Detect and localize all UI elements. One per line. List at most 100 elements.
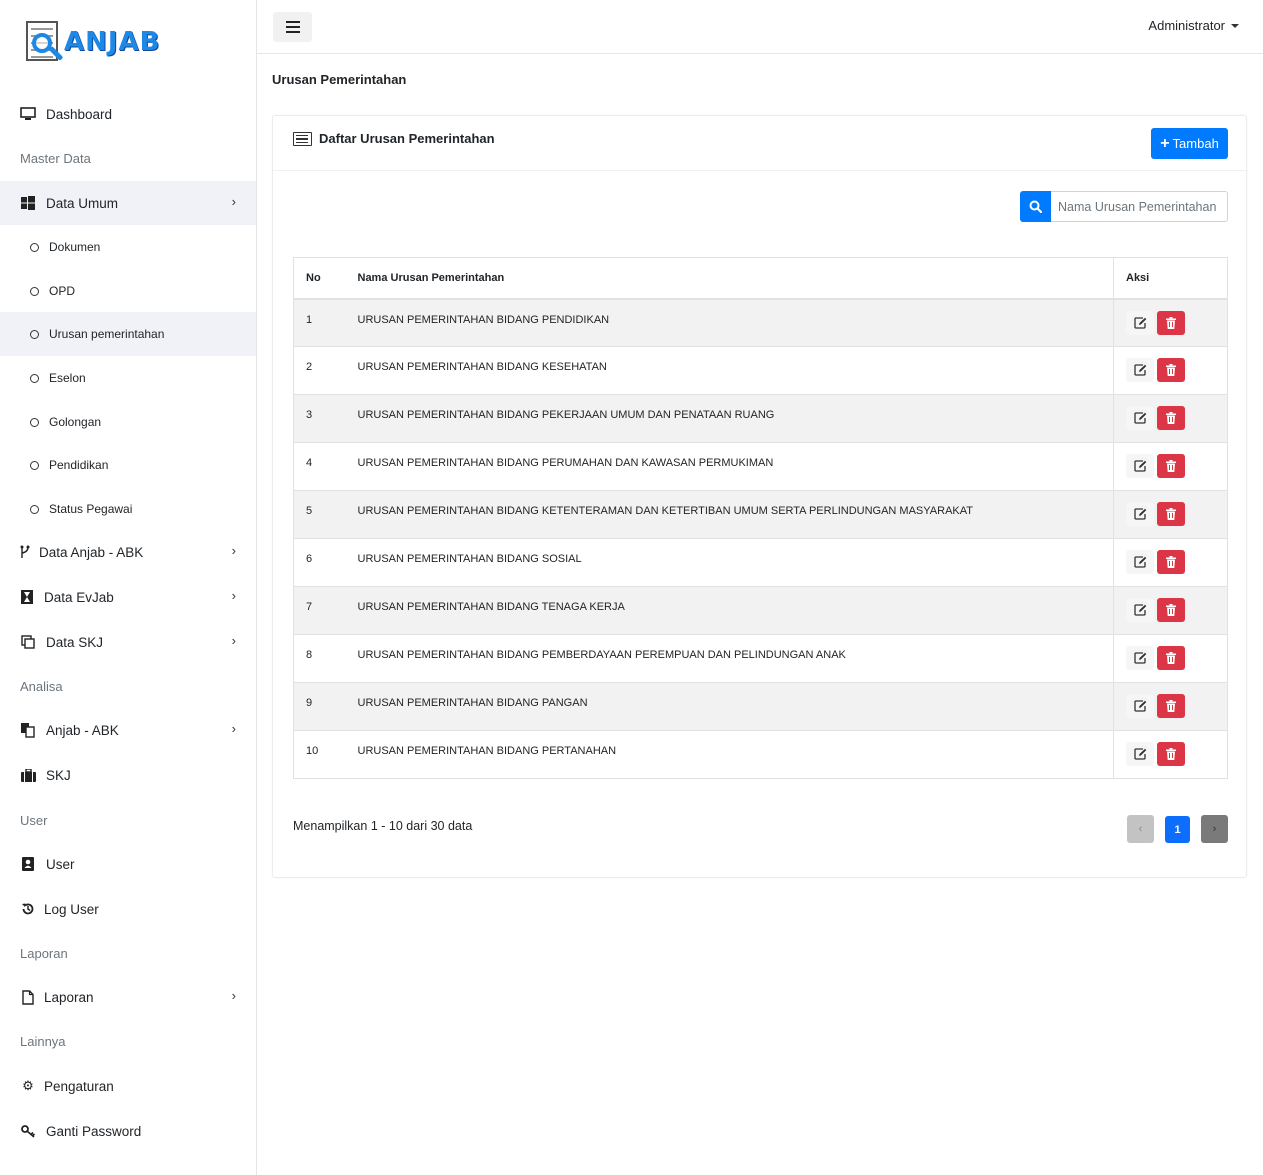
pagination-page-button[interactable]: 1 [1165,816,1190,843]
sidebar-subitem-label: Eselon [49,371,86,385]
edit-button[interactable] [1126,694,1154,718]
table-header-row: No Nama Urusan Pemerintahan Aksi [293,257,1228,300]
search-button[interactable] [1020,191,1051,222]
gear-icon: ⚙ [22,1078,34,1093]
cell-name: URUSAN PEMERINTAHAN BIDANG KESEHATAN [345,346,1114,395]
sidebar-item-laporan[interactable]: Laporan › [0,975,256,1019]
list-card: Daftar Urusan Pemerintahan +Tambah No Na… [272,115,1247,878]
briefcase-icon [20,767,36,783]
add-button-label: Tambah [1172,136,1219,151]
sidebar-item-label: Dashboard [46,106,113,122]
sidebar-item-log-user[interactable]: Log User [0,887,256,931]
sidebar-item-label: Ganti Password [46,1123,142,1139]
cell-no: 7 [293,586,346,635]
delete-button[interactable] [1157,646,1185,670]
sidebar-item-data-skj[interactable]: Data SKJ › [0,620,256,664]
cell-name: URUSAN PEMERINTAHAN BIDANG PEKERJAAN UMU… [345,394,1114,443]
user-menu-dropdown[interactable]: Administrator [1148,18,1239,33]
edit-icon [1133,700,1147,712]
delete-button[interactable] [1157,310,1185,335]
delete-button[interactable] [1157,742,1185,766]
trash-icon [1166,556,1176,568]
delete-button[interactable] [1157,358,1185,382]
sidebar-subitem-status-pegawai[interactable]: Status Pegawai [0,487,256,531]
sidebar-item-pengaturan[interactable]: ⚙ Pengaturan [0,1064,256,1108]
sidebar-item-label: SKJ [46,767,71,783]
edit-icon [1133,412,1147,424]
sidebar-item-data-anjab-abk[interactable]: Data Anjab - ABK › [0,530,256,574]
chevron-right-icon: › [231,988,236,1003]
sidebar-item-data-umum[interactable]: Data Umum › [0,181,256,225]
edit-button[interactable] [1126,358,1154,382]
cell-no: 5 [293,490,346,539]
edit-button[interactable] [1126,550,1154,574]
sidebar-section-laporan: Laporan [20,946,68,961]
sidebar-subitem-pendidikan[interactable]: Pendidikan [0,443,256,487]
list-alt-icon [293,131,312,146]
brand-logo[interactable]: ANJAB [24,20,161,64]
edit-icon [1133,460,1147,472]
search-input[interactable] [1051,191,1228,222]
delete-button[interactable] [1157,406,1185,430]
edit-button[interactable] [1126,406,1154,430]
trash-icon [1166,412,1176,424]
sidebar-subitem-label: Status Pegawai [49,502,133,516]
sidebar-item-anjab-abk[interactable]: Anjab - ABK › [0,708,256,752]
urusan-table: No Nama Urusan Pemerintahan Aksi 1 URUSAN… [293,257,1228,779]
column-header-name: Nama Urusan Pemerintahan [345,257,1114,300]
edit-button[interactable] [1126,502,1154,526]
sidebar-subitem-dokumen[interactable]: Dokumen [0,225,256,269]
sidebar-item-data-evjab[interactable]: Data EvJab › [0,575,256,619]
delete-button[interactable] [1157,550,1185,574]
table-row: 2 URUSAN PEMERINTAHAN BIDANG KESEHATAN [293,346,1228,395]
hourglass-icon [20,589,33,605]
trash-icon [1166,364,1176,376]
sidebar-subitem-label: OPD [49,284,76,298]
edit-button[interactable] [1126,454,1154,478]
table-row: 4 URUSAN PEMERINTAHAN BIDANG PERUMAHAN DA… [293,442,1228,491]
card-title: Daftar Urusan Pemerintahan [293,131,495,146]
cell-no: 2 [293,346,346,395]
edit-icon [1133,604,1147,616]
pagination-next-button[interactable]: › [1201,815,1228,843]
cell-name: URUSAN PEMERINTAHAN BIDANG PANGAN [345,682,1114,731]
chevron-right-icon: › [231,588,236,603]
sidebar-item-dashboard[interactable]: Dashboard [0,92,256,136]
cell-name: URUSAN PEMERINTAHAN BIDANG SOSIAL [345,538,1114,587]
delete-button[interactable] [1157,598,1185,622]
add-button[interactable]: + Tambah [1151,128,1228,159]
edit-button[interactable] [1126,646,1154,670]
cell-actions [1113,442,1228,491]
cell-name: URUSAN PEMERINTAHAN BIDANG PENDIDIKAN [345,298,1114,347]
edit-icon [1133,556,1147,568]
sidebar-item-ganti-password[interactable]: Ganti Password [0,1109,256,1153]
pagination-prev-button[interactable]: ‹ [1127,815,1154,843]
delete-button[interactable] [1157,502,1185,526]
cell-actions [1113,586,1228,635]
sidebar-subitem-eselon[interactable]: Eselon [0,356,256,400]
trash-icon [1166,316,1176,329]
menu-toggle-button[interactable] [273,12,312,42]
sidebar-subitem-label: Dokumen [49,240,101,254]
sidebar-subitem-urusan-pemerintahan[interactable]: Urusan pemerintahan [0,312,256,356]
logo-magnifier-icon [24,21,64,63]
sidebar-item-label: Laporan [44,989,94,1005]
edit-button[interactable] [1126,598,1154,622]
sidebar-subitem-opd[interactable]: OPD [0,269,256,313]
table-row: 8 URUSAN PEMERINTAHAN BIDANG PEMBERDAYAAN… [293,634,1228,683]
cell-actions [1113,538,1228,587]
edit-button[interactable] [1126,310,1154,335]
cell-name: URUSAN PEMERINTAHAN BIDANG KETENTERAMAN … [345,490,1114,539]
delete-button[interactable] [1157,694,1185,718]
cell-no: 4 [293,442,346,491]
circle-icon [30,242,39,252]
edit-button[interactable] [1126,742,1154,766]
sidebar-item-user[interactable]: User [0,842,256,886]
topbar: Administrator [257,0,1263,54]
sidebar-item-skj[interactable]: SKJ [0,753,256,797]
delete-button[interactable] [1157,454,1185,478]
cell-actions [1113,490,1228,539]
sidebar-subitem-golongan[interactable]: Golongan [0,400,256,444]
circle-icon [30,286,39,296]
sidebar-section-master: Master Data [20,151,91,166]
